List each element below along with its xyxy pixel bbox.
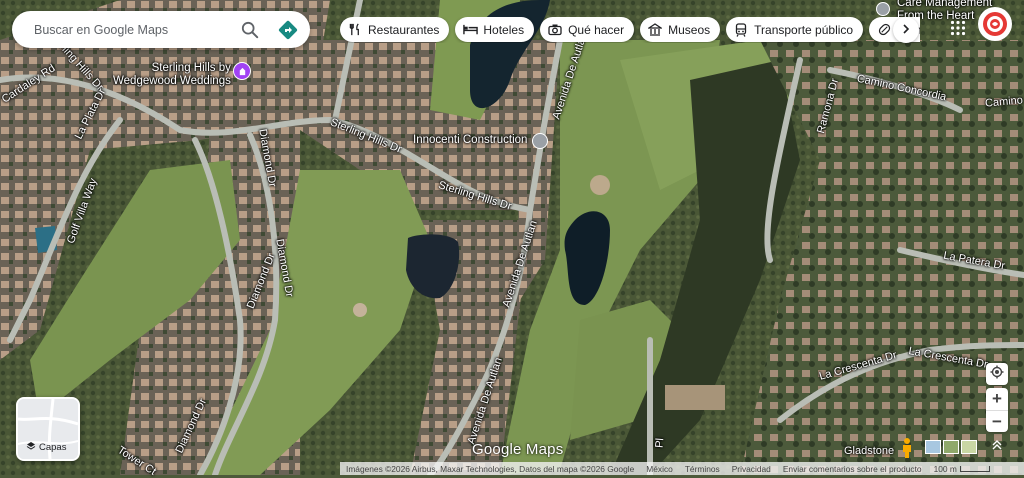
fork-knife-icon xyxy=(347,22,363,38)
imagery-tile[interactable] xyxy=(925,440,941,454)
country-link[interactable]: México xyxy=(640,464,679,474)
satellite-map[interactable] xyxy=(0,0,1024,475)
layers-label-group: Capas xyxy=(26,441,66,454)
minus-icon: − xyxy=(992,412,1002,431)
place-pin-icon[interactable] xyxy=(532,133,548,149)
avatar[interactable] xyxy=(980,9,1010,39)
terms-link[interactable]: Términos xyxy=(679,464,726,474)
category-chips: Restaurantes Hoteles Qué hacer Museos Tr… xyxy=(340,17,920,43)
search-box[interactable] xyxy=(12,11,310,48)
directions-icon[interactable] xyxy=(274,16,302,44)
layers-label: Capas xyxy=(39,442,67,453)
imagery-tile[interactable] xyxy=(943,440,959,454)
camera-icon xyxy=(547,22,563,38)
chip-label: Qué hacer xyxy=(568,22,625,37)
chip-things-to-do[interactable]: Qué hacer xyxy=(540,17,635,42)
privacy-link[interactable]: Privacidad xyxy=(726,464,777,474)
chip-hotels[interactable]: Hoteles xyxy=(455,17,535,42)
footer-bar: Imágenes ©2026 Airbus, Maxar Technologie… xyxy=(340,462,1024,475)
chip-label: Restaurantes xyxy=(368,22,440,37)
scale-bar xyxy=(959,465,990,472)
imagery-attribution: Imágenes ©2026 Airbus, Maxar Technologie… xyxy=(346,463,635,474)
feedback-link[interactable]: Enviar comentarios sobre el producto xyxy=(777,464,928,474)
zoom-out-button[interactable]: − xyxy=(986,410,1008,433)
chip-label: Transporte público xyxy=(754,22,854,37)
chips-next-button[interactable] xyxy=(893,17,919,43)
scale-control[interactable]: 100 m xyxy=(928,464,996,474)
chevron-right-icon xyxy=(902,21,910,39)
tram-icon xyxy=(733,22,749,38)
chip-label: Hoteles xyxy=(483,22,525,37)
scale-label: 100 m xyxy=(933,463,957,474)
zoom-controls: + − xyxy=(986,388,1008,432)
chip-label: Museos xyxy=(668,22,711,37)
google-maps-logo: Google Maps xyxy=(472,441,564,458)
plus-icon: + xyxy=(992,389,1002,408)
chip-transit[interactable]: Transporte público xyxy=(726,17,864,42)
my-location-button[interactable] xyxy=(986,363,1008,385)
layers-button[interactable]: Capas xyxy=(16,397,80,461)
wedding-venue-pin-icon[interactable] xyxy=(233,62,251,80)
chevron-up-icon[interactable] xyxy=(990,438,1004,452)
imagery-tiles[interactable] xyxy=(925,440,977,454)
place-pin-icon[interactable] xyxy=(876,2,890,16)
search-input[interactable] xyxy=(32,21,238,38)
bed-icon xyxy=(462,22,478,38)
apps-grid-icon[interactable] xyxy=(950,20,966,36)
chip-museums[interactable]: Museos xyxy=(640,17,721,42)
target-icon xyxy=(990,365,1004,384)
zoom-in-button[interactable]: + xyxy=(986,388,1008,410)
museum-icon xyxy=(647,22,663,38)
layers-icon xyxy=(26,441,36,454)
search-icon[interactable] xyxy=(238,18,262,42)
chip-restaurants[interactable]: Restaurantes xyxy=(340,17,450,42)
imagery-tile[interactable] xyxy=(961,440,977,454)
pill-icon xyxy=(876,22,892,38)
pegman-icon[interactable] xyxy=(900,437,914,459)
